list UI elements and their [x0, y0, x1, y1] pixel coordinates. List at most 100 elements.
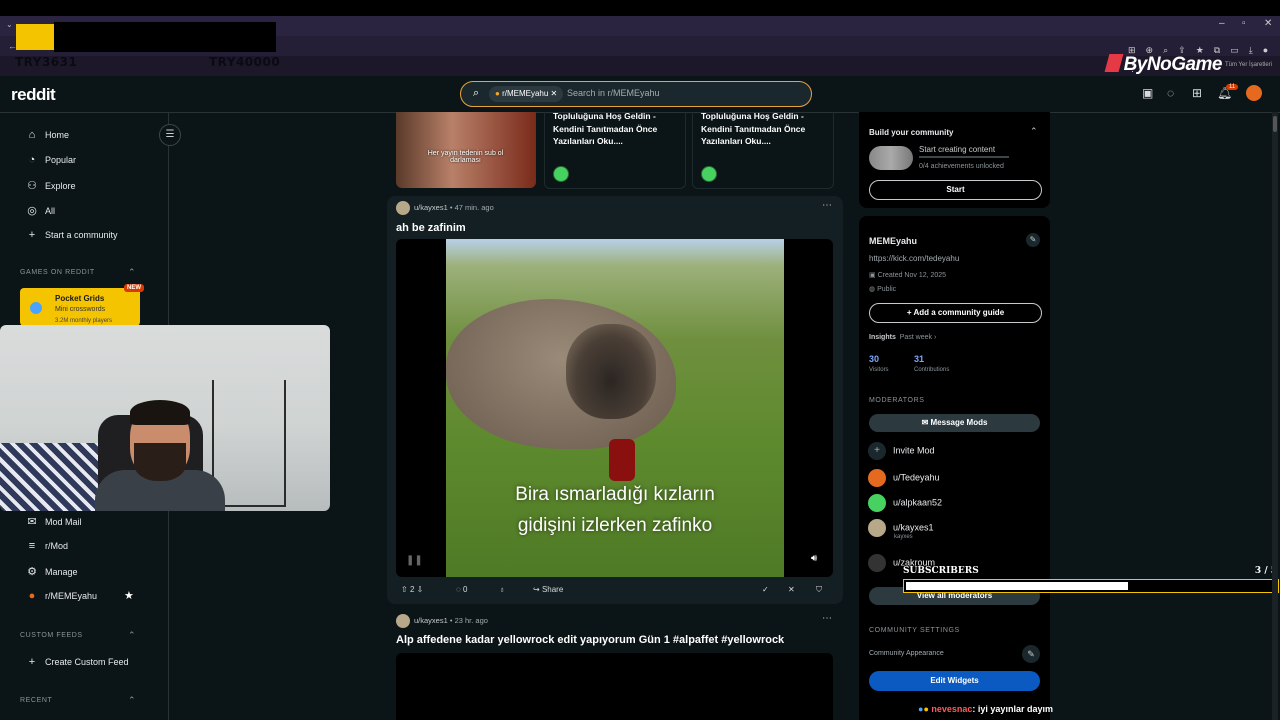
dog-head [566, 324, 656, 419]
nav-all[interactable]: ◎ All [24, 204, 55, 217]
post-title[interactable]: ah be zafinim [396, 222, 466, 234]
maximize-icon[interactable]: ▫ [1242, 18, 1246, 29]
comment-icon: ◌ [456, 585, 461, 594]
more-options-icon[interactable]: ⋯ [822, 200, 832, 211]
nav-explore[interactable]: ⚇ Explore [24, 179, 76, 192]
nav-mod-mail[interactable]: ✉ Mod Mail [24, 515, 81, 528]
comments-button[interactable]: ◌ 0 [456, 585, 467, 594]
card-title: Topluluğuna Hoş Geldin - Kendini Tanıtma… [701, 111, 806, 146]
nav-start-community[interactable]: + Start a community [24, 229, 118, 241]
approve-icon[interactable]: ✓ [762, 585, 769, 594]
search-input[interactable]: Search in r/MEMEyahu [567, 88, 660, 98]
volume-icon[interactable]: 🔊︎ [811, 553, 817, 564]
downvote-icon[interactable]: ⇩ [417, 585, 424, 594]
close-icon[interactable]: ✕ [1264, 18, 1272, 29]
sponsor-logo: ByNoGame [1104, 54, 1223, 76]
insights[interactable]: Insights Past week › [869, 334, 936, 341]
remove-filter-icon[interactable]: ✕ [551, 89, 558, 98]
profile-icon[interactable]: ● [1263, 45, 1268, 55]
share-button[interactable]: ↪ Share [533, 585, 563, 594]
post-author[interactable]: u/kayxes1 [414, 616, 448, 625]
nav-community-memeyahu[interactable]: ● r/MEMEyahu [24, 590, 97, 602]
tab-menu-icon[interactable]: ⌄ [6, 20, 13, 29]
custom-feeds-section-title[interactable]: CUSTOM FEEDS [20, 632, 83, 639]
edit-icon[interactable]: ✎ [1026, 233, 1040, 247]
nav-popular[interactable]: ◔ Popular [24, 154, 76, 166]
minimize-icon[interactable]: – [1219, 18, 1225, 29]
community-appearance[interactable]: Community Appearance [869, 650, 944, 657]
chevron-up-icon[interactable]: ⌃ [128, 630, 136, 641]
remove-icon[interactable]: ✕ [788, 585, 795, 594]
share-icon: ↪ [533, 585, 540, 594]
chevron-up-icon[interactable]: ⌃ [128, 267, 136, 278]
streamer-webcam [0, 325, 330, 511]
collapse-sidebar-button[interactable]: ☰ [159, 124, 181, 146]
game-title: Pocket Grids [55, 294, 105, 303]
edit-widgets-button[interactable]: Edit Widgets [869, 671, 1040, 691]
downloads-icon[interactable]: ⤓ [1249, 45, 1253, 56]
chevron-up-icon[interactable]: ⌃ [128, 695, 136, 706]
community-filter-chip[interactable]: ● r/MEMEyahu ✕ [489, 86, 564, 102]
award-icon[interactable]: ♁ [499, 585, 505, 594]
add-guide-button[interactable]: + Add a community guide [869, 303, 1042, 323]
achievement-icons [869, 146, 913, 170]
search-bar[interactable]: ⌕ ● r/MEMEyahu ✕ Search in r/MEMEyahu [460, 81, 812, 107]
shield-icon[interactable]: ⛉ [816, 585, 822, 595]
moderator-row[interactable]: u/Tedeyahu [868, 469, 940, 487]
games-section-title[interactable]: GAMES ON REDDIT [20, 269, 95, 276]
community-icon: ● [28, 590, 36, 602]
vote-control[interactable]: ⇧ 2 ⇩ [401, 585, 423, 594]
pause-icon[interactable]: ❚❚ [406, 555, 423, 566]
moderators-title: MODERATORS [869, 397, 925, 404]
start-button[interactable]: Start [869, 180, 1042, 200]
edit-icon[interactable]: ✎ [1022, 645, 1040, 663]
moderator-name: u/kayxes1 [893, 522, 934, 533]
reddit-logo[interactable]: reddit [11, 85, 56, 105]
video-player[interactable] [396, 653, 833, 720]
chat-icon[interactable]: ◌ [1167, 86, 1174, 100]
moderator-display-name: kayxes [894, 534, 913, 540]
user-avatar[interactable] [1246, 85, 1262, 101]
chat-user: nevesnac [931, 704, 973, 714]
post-title[interactable]: Alp affedene kadar yellowrock edit yapıy… [396, 634, 784, 646]
all-bookmarks[interactable]: Tüm Yer İşaretleri [1225, 62, 1272, 68]
all-icon: ◎ [27, 205, 37, 217]
chat-message: ●● nevesnac: iyi yayınlar dayım [918, 704, 1053, 714]
moderator-name: u/Tedeyahu [893, 472, 940, 483]
moderator-row[interactable]: u/alpkaan52 [868, 494, 942, 512]
message-mods-button[interactable]: ✉ Message Mods [869, 414, 1040, 432]
create-post-icon[interactable]: ⊞ [1192, 86, 1202, 100]
stream-logo-box [16, 24, 54, 50]
search-icon: ⌕ [473, 87, 480, 99]
post-meta: u/kayxes1 • 47 min. ago [396, 201, 494, 215]
donation-goal-right: TRY40000 [209, 55, 281, 69]
chevron-up-icon[interactable]: ⌃ [1030, 126, 1038, 137]
game-card-pocket-grids[interactable]: Pocket Grids Mini crosswords 3.2M monthl… [20, 284, 144, 326]
advertise-icon[interactable]: ▣ [1142, 86, 1153, 100]
video-caption: Bira ısmarladığı kızların gidişini izlerk… [446, 479, 784, 541]
author-avatar [701, 166, 717, 182]
create-custom-feed[interactable]: + Create Custom Feed [24, 656, 129, 668]
mail-icon: ✉ [921, 418, 929, 427]
scrollbar-thumb[interactable] [1273, 116, 1277, 132]
community-link[interactable]: https://kick.com/tedeyahu [869, 254, 959, 263]
upvote-icon[interactable]: ⇧ [401, 585, 408, 594]
nav-r-mod[interactable]: ≡ r/Mod [24, 540, 68, 552]
author-avatar [553, 166, 569, 182]
nav-label: Explore [45, 181, 76, 191]
top-card-image[interactable]: Her yayın tedenin sub ol darlaması [396, 112, 536, 188]
invite-mod[interactable]: + Invite Mod [868, 442, 935, 460]
top-card-post[interactable]: Topluluğuna Hoş Geldin - Kendini Tanıtma… [692, 111, 834, 189]
scrollbar[interactable] [1272, 112, 1278, 720]
favorite-star-icon[interactable]: ★ [124, 589, 134, 602]
more-options-icon[interactable]: ⋯ [822, 613, 832, 624]
post-author[interactable]: u/kayxes1 [414, 203, 448, 212]
top-card-post[interactable]: Topluluğuna Hoş Geldin - Kendini Tanıtma… [544, 111, 686, 189]
plus-icon: + [28, 229, 36, 241]
nav-home[interactable]: ⌂ Home [24, 129, 69, 141]
recent-section-title[interactable]: RECENT [20, 697, 52, 704]
video-player[interactable]: Bira ısmarladığı kızların gidişini izlerk… [396, 239, 833, 577]
subscribers-label: SUBSCRIBERS [903, 566, 979, 576]
cast-icon[interactable]: ▭ [1230, 45, 1239, 56]
nav-manage[interactable]: ⚙ Manage [24, 565, 77, 578]
